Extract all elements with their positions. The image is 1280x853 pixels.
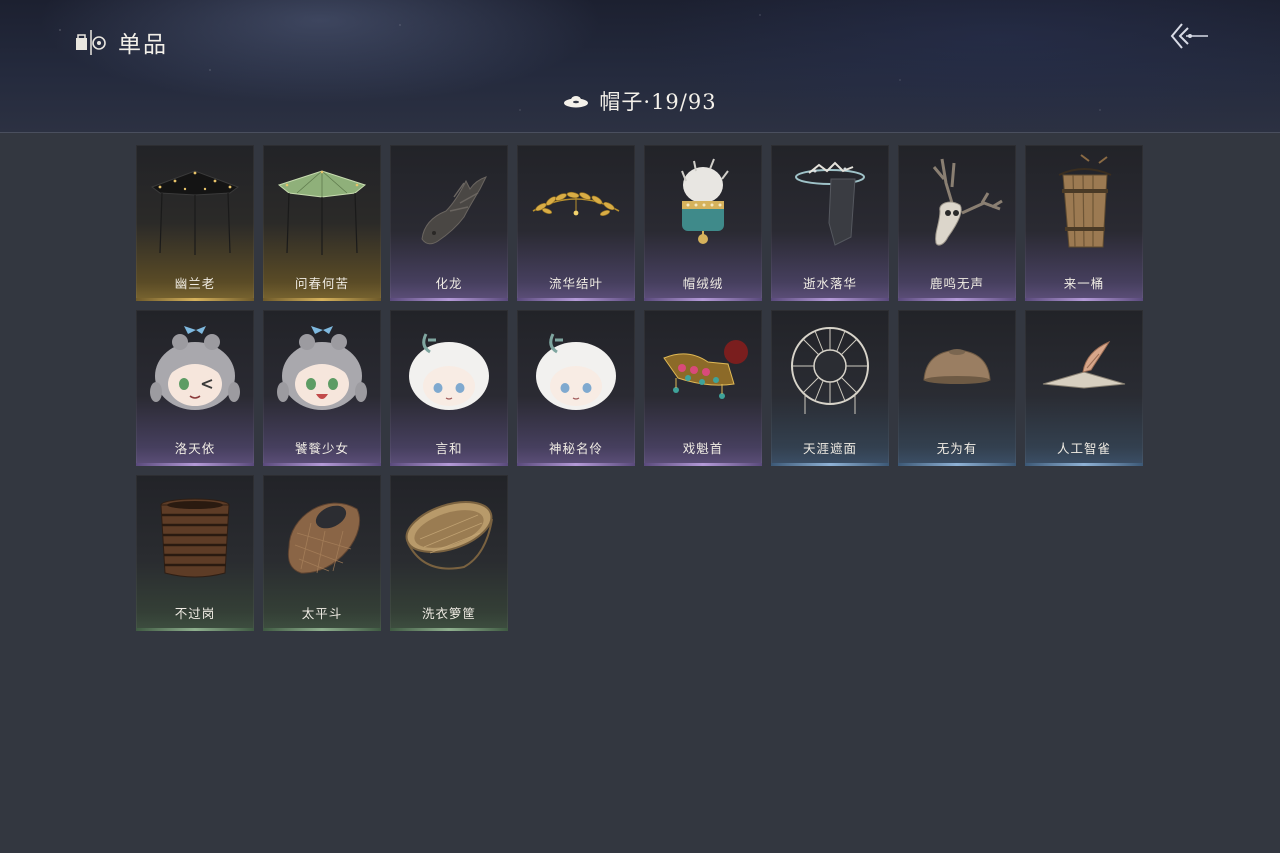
fur-hat-icon xyxy=(681,158,729,244)
item-card[interactable]: 天涯遮面 xyxy=(771,310,889,466)
wooden-bucket-icon xyxy=(1058,154,1112,248)
white-hair-head-icon xyxy=(536,333,616,410)
item-name: 饕餮少女 xyxy=(294,441,349,456)
item-name: 帽绒绒 xyxy=(682,276,724,291)
golden-laurel-icon xyxy=(532,191,620,216)
item-name: 言和 xyxy=(435,441,463,456)
wicker-basket-icon xyxy=(405,501,493,570)
item-card[interactable]: 饕餮少女 xyxy=(263,310,381,466)
hat-category-icon xyxy=(564,96,589,108)
gray-hair-head-wink-icon xyxy=(150,326,240,410)
item-name: 神秘名伶 xyxy=(548,441,603,456)
item-grid: 幽兰老 问春何苦 化龙 流华结叶 帽绒绒 逝水落华 鹿鸣无声 来一桶 洛天依 饕… xyxy=(136,145,1143,631)
item-card[interactable]: 神秘名伶 xyxy=(517,310,635,466)
item-card[interactable]: 洗衣箩筐 xyxy=(390,475,508,631)
item-card[interactable]: 帽绒绒 xyxy=(644,145,762,301)
item-card[interactable]: 人工智雀 xyxy=(1025,310,1143,466)
back-button[interactable] xyxy=(1166,20,1210,52)
item-card[interactable]: 逝水落华 xyxy=(771,145,889,301)
stacked-bowls-icon xyxy=(160,498,230,578)
items-collection-icon xyxy=(76,30,106,55)
item-card[interactable]: 不过岗 xyxy=(136,475,254,631)
item-name: 无为有 xyxy=(936,441,978,456)
title-area: 单品 xyxy=(74,26,168,58)
item-card[interactable]: 洛天依 xyxy=(136,310,254,466)
item-name: 太平斗 xyxy=(301,606,343,621)
item-name: 洛天依 xyxy=(174,441,216,456)
woven-frame-hat-icon xyxy=(791,327,869,414)
item-name: 流华结叶 xyxy=(548,276,603,291)
item-name: 天涯遮面 xyxy=(802,441,857,456)
black-bamboo-hat-icon xyxy=(150,170,240,255)
bird-hat-icon xyxy=(1042,340,1126,389)
item-card[interactable]: 流华结叶 xyxy=(517,145,635,301)
veil-hat-icon xyxy=(795,161,865,246)
item-name: 不过岗 xyxy=(174,606,216,621)
bamboo-basket-icon xyxy=(287,502,360,574)
item-card[interactable]: 言和 xyxy=(390,310,508,466)
item-card[interactable]: 戏魁首 xyxy=(644,310,762,466)
item-card[interactable]: 鹿鸣无声 xyxy=(898,145,1016,301)
item-name: 戏魁首 xyxy=(682,441,724,456)
item-name: 来一桶 xyxy=(1063,276,1105,291)
item-card[interactable]: 幽兰老 xyxy=(136,145,254,301)
deer-skull-icon xyxy=(932,158,1003,246)
item-name: 幽兰老 xyxy=(174,276,216,291)
item-card[interactable]: 化龙 xyxy=(390,145,508,301)
white-hair-head-icon xyxy=(409,333,489,410)
item-name: 人工智雀 xyxy=(1056,441,1111,456)
gray-hair-head-icon xyxy=(277,326,367,410)
category-count: ·19/93 xyxy=(643,90,717,114)
page-title: 单品 xyxy=(118,32,168,58)
header: 单品 帽子·19/93 xyxy=(0,0,1280,133)
green-bamboo-hat-icon xyxy=(277,170,367,255)
item-name: 问春何苦 xyxy=(294,276,349,291)
item-card[interactable]: 问春何苦 xyxy=(263,145,381,301)
item-name: 鹿鸣无声 xyxy=(929,276,984,291)
item-card[interactable]: 太平斗 xyxy=(263,475,381,631)
category-title: 帽子·19/93 xyxy=(599,86,716,116)
category-name: 帽子 xyxy=(599,90,644,114)
item-name: 逝水落华 xyxy=(802,276,857,291)
item-name: 化龙 xyxy=(435,276,463,291)
dragon-head-icon xyxy=(421,176,487,245)
clay-bowl-icon xyxy=(923,349,991,384)
item-card[interactable]: 无为有 xyxy=(898,310,1016,466)
category-header: 帽子·19/93 xyxy=(0,86,1280,116)
item-name: 洗衣箩筐 xyxy=(421,606,476,621)
item-card[interactable]: 来一桶 xyxy=(1025,145,1143,301)
opera-crown-icon xyxy=(663,340,748,399)
